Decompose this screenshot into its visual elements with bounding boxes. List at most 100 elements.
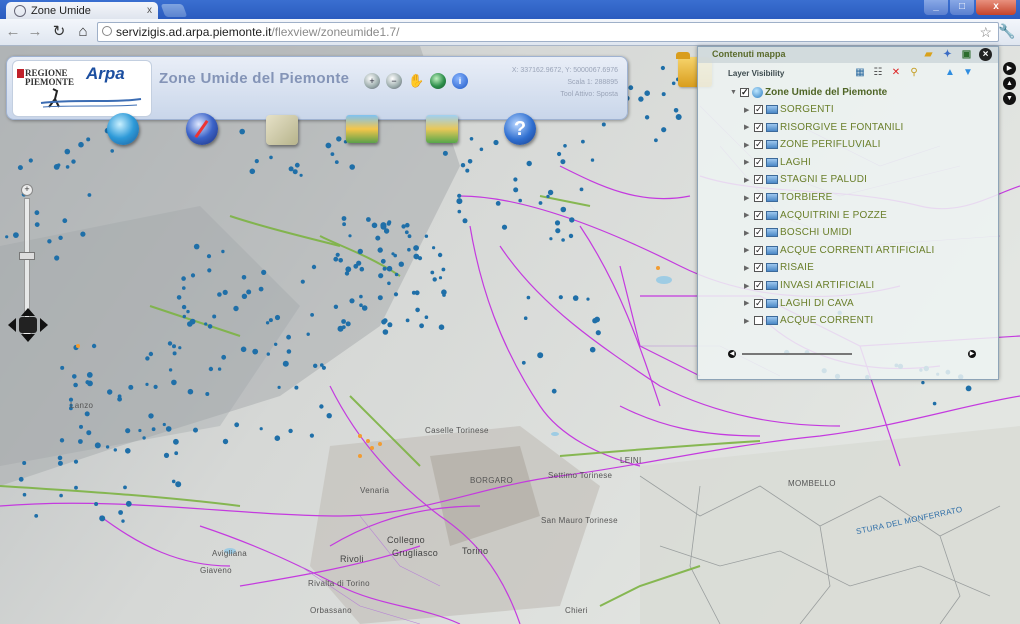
compass-button[interactable] [186,113,218,145]
layer-row[interactable]: ▶ ✓ ACQUITRINI E POZZE [744,210,887,221]
layer-name: STAGNI E PALUDI [780,174,868,186]
wetland-dot [274,314,281,321]
expand-arrow-icon[interactable]: ▶ [744,211,754,219]
zoom-knob[interactable] [19,252,35,260]
wetland-dot [568,233,574,239]
tools-icon[interactable]: ✦ [941,48,954,61]
wetland-dot [549,237,553,241]
wetland-dot [333,304,339,309]
add-layer-button[interactable] [426,115,458,143]
scroll-right-icon[interactable]: ▶ [968,350,976,358]
table-icon[interactable]: ☷ [872,67,884,79]
collapse-arrow-icon[interactable]: ▼ [730,89,740,96]
tab-close-icon[interactable]: x [147,5,152,16]
layers-button[interactable] [346,115,378,143]
scroll-thumb[interactable] [742,353,852,355]
expand-arrow-icon[interactable]: ▶ [744,229,754,237]
open-folder-icon[interactable]: ▰ [922,48,935,61]
zoom-out-icon[interactable]: − [386,73,402,89]
layer-row[interactable]: ▶ ✓ TORBIERE [744,192,833,203]
wetland-dot [561,238,565,242]
full-extent-icon[interactable] [430,73,446,89]
layer-checkbox[interactable]: ✓ [754,122,763,132]
expand-arrow-icon[interactable]: ▶ [744,141,754,149]
pan-hand-icon[interactable]: ✋ [408,73,424,89]
minimize-button[interactable]: _ [924,0,948,15]
layer-checkbox[interactable]: ✓ [754,105,763,114]
layer-checkbox[interactable]: ✓ [754,210,763,220]
layer-row[interactable]: ▶ ✓ INVASI ARTIFICIALI [744,280,874,291]
layer-checkbox[interactable]: ✓ [754,263,763,273]
side-arrow-up-icon[interactable]: ▲ [1003,77,1016,90]
layer-checkbox[interactable] [754,316,763,326]
zoom-in-button[interactable]: + [21,184,33,196]
panel-hscrollbar[interactable]: ◀ ▶ [728,350,976,358]
zoom-in-icon[interactable]: + [364,73,380,89]
map-contents-panel: Contenuti mappa ▰ ✦ ▣ × Layer Visibility… [697,46,999,380]
wetland-dot [430,270,435,275]
browser-tab[interactable]: Zone Umide x [6,2,158,19]
wetland-dot [419,323,424,329]
expand-arrow-icon[interactable]: ▶ [744,246,754,254]
side-arrow-down-icon[interactable]: ▼ [1003,92,1016,105]
expand-arrow-icon[interactable]: ▶ [744,264,754,272]
remove-icon[interactable]: ✕ [890,67,902,79]
layer-checkbox[interactable]: ✓ [754,175,763,185]
zoom-track[interactable] [24,198,30,326]
search-layer-icon[interactable]: ⚲ [908,67,920,79]
layer-row[interactable]: ▶ ✓ ACQUE CORRENTI ARTIFICIALI [744,245,934,256]
wetland-dot [246,289,252,295]
back-button[interactable]: ← [4,23,22,41]
maximize-button[interactable]: □ [950,0,974,15]
layer-checkbox[interactable]: ✓ [754,245,763,255]
layer-checkbox[interactable]: ✓ [754,228,763,238]
expand-arrow-icon[interactable]: ▶ [744,123,754,131]
wetland-dot [306,332,310,336]
wetland-dot [84,411,90,417]
map-button[interactable] [266,115,298,145]
layer-row[interactable]: ▶ ✓ LAGHI [744,157,811,168]
layer-checkbox[interactable]: ✓ [754,157,763,167]
layer-row[interactable]: ▶ ✓ BOSCHI UMIDI [744,227,852,238]
layer-row[interactable]: ▶ ACQUE CORRENTI [744,315,873,326]
layer-row[interactable]: ▶ ✓ ZONE PERIFLUVIALI [744,139,881,150]
layer-row[interactable]: ▶ ✓ RISAIE [744,262,814,273]
expand-arrow-icon[interactable]: ▶ [744,158,754,166]
map-label-leini: LEINI [620,456,642,465]
layer-row[interactable]: ▶ ✓ SORGENTI [744,104,834,115]
root-layer[interactable]: ▼ ✓ Zone Umide del Piemonte [730,87,887,98]
new-tab-button[interactable] [160,4,188,17]
expand-arrow-icon[interactable]: ▶ [744,299,754,307]
expand-arrow-icon[interactable]: ▶ [744,317,754,325]
layer-checkbox[interactable]: ✓ [754,140,763,150]
reload-button[interactable]: ↻ [50,23,68,41]
move-up-icon[interactable]: ▲ [944,67,956,79]
layer-checkbox[interactable]: ✓ [754,281,763,290]
side-arrow-right-icon[interactable]: ▶ [1003,62,1016,75]
layer-checkbox[interactable]: ✓ [754,193,763,202]
layer-row[interactable]: ▶ ✓ LAGHI DI CAVA [744,298,854,309]
address-bar[interactable]: servizigis.ad.arpa.piemonte.it/flexview/… [97,22,999,42]
expand-arrow-icon[interactable]: ▶ [744,282,754,290]
help-button[interactable]: ? [504,113,536,145]
root-checkbox[interactable]: ✓ [740,88,749,97]
globe-button[interactable] [107,113,139,145]
bookmark-star-icon[interactable]: ☆ [979,23,992,41]
legend-icon[interactable]: ▦ [854,67,866,79]
wrench-menu-icon[interactable]: 🔧 [998,23,1015,40]
info-icon[interactable]: i [452,73,468,89]
layer-row[interactable]: ▶ ✓ STAGNI E PALUDI [744,174,867,185]
move-down-icon[interactable]: ▼ [962,67,974,79]
monitor-icon[interactable]: ▣ [960,48,973,61]
close-panel-icon[interactable]: × [979,48,992,61]
close-window-button[interactable]: x [976,0,1016,15]
forward-button[interactable]: → [26,23,44,41]
scroll-left-icon[interactable]: ◀ [728,350,736,358]
expand-arrow-icon[interactable]: ▶ [744,106,754,114]
pan-control-icon[interactable] [8,308,48,342]
layer-row[interactable]: ▶ ✓ RISORGIVE E FONTANILI [744,122,903,133]
layer-checkbox[interactable]: ✓ [754,298,763,308]
home-button[interactable]: ⌂ [74,23,92,41]
expand-arrow-icon[interactable]: ▶ [744,194,754,202]
expand-arrow-icon[interactable]: ▶ [744,176,754,184]
